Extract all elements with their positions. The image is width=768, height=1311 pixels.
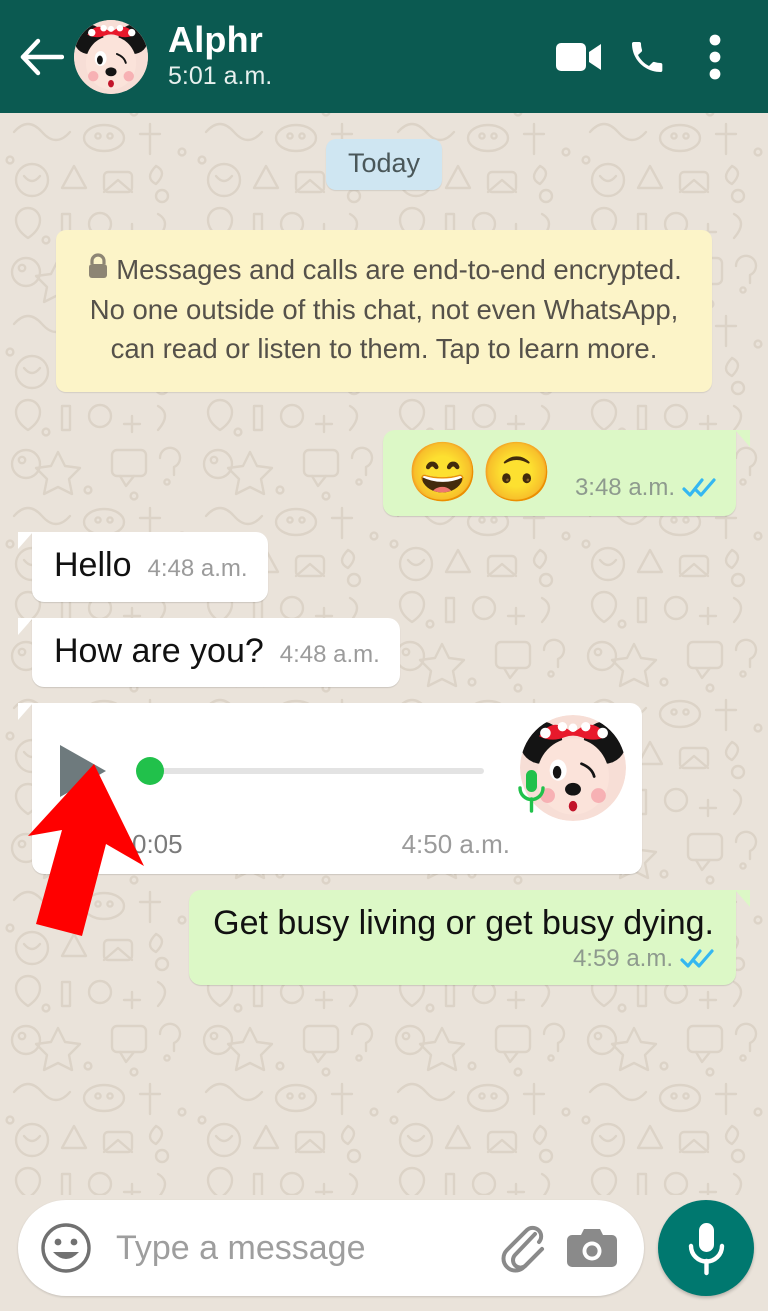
lock-icon [86,251,110,290]
arrow-left-icon [20,38,64,75]
message-bubble-hello[interactable]: Hello 4:48 a.m. [18,532,268,602]
whatsapp-chat-screen: Alphr 5:01 a.m. Today Messages and calls… [0,0,768,1311]
voice-progress-thumb[interactable] [136,757,164,786]
voice-sender-avatar [518,715,626,822]
message-time: 4:59 a.m. [572,945,673,973]
minnie-mouse-avatar-image [74,19,148,94]
message-bubble-quote[interactable]: Get busy living or get busy dying. 4:59 … [189,890,750,986]
voice-call-button[interactable] [616,26,678,88]
header-title-block[interactable]: Alphr 5:01 a.m. [168,18,548,92]
overflow-menu-button[interactable] [684,26,746,88]
voice-record-button[interactable] [658,1200,754,1296]
microphone-icon [516,768,546,819]
play-icon [60,745,106,798]
message-row: Get busy living or get busy dying. 4:59 … [32,890,750,986]
back-button[interactable] [14,29,70,85]
message-row: How are you? 4:48 a.m. [18,617,736,688]
encryption-notice[interactable]: Messages and calls are end-to-end encryp… [56,230,712,393]
message-time: 4:48 a.m. [147,555,248,583]
day-divider: Today [32,139,736,230]
message-list: Today Messages and calls are end-to-end … [0,139,768,1195]
message-emoji: 😄🙃 [406,440,555,506]
message-bubble-voice-note[interactable]: 0:05 4:50 a.m. [18,703,642,875]
message-text: Hello [54,546,132,585]
message-composer: Type a message [0,1195,768,1311]
avatar[interactable] [74,19,148,94]
message-bubble-how-are-you[interactable]: How are you? 4:48 a.m. [18,617,400,688]
message-row: 😄🙃 3:48 a.m. [32,430,750,517]
video-camera-icon [556,42,601,71]
message-time: 3:48 a.m. [574,474,675,502]
message-row: Hello 4:48 a.m. [18,532,736,602]
header-actions [548,26,746,88]
emoji-smiley-icon[interactable] [40,1222,92,1274]
voice-duration: 0:05 [132,829,183,860]
message-input-container[interactable]: Type a message [18,1200,644,1296]
message-meta: 4:48 a.m. [147,555,247,583]
message-bubble-emoji[interactable]: 😄🙃 3:48 a.m. [382,430,750,517]
message-meta: 4:59 a.m. [573,945,714,973]
camera-icon[interactable] [566,1225,618,1271]
read-receipt-double-check-icon [682,477,716,499]
message-meta: 3:48 a.m. [575,474,716,502]
chat-header: Alphr 5:01 a.m. [0,0,768,113]
message-meta: 4:48 a.m. [280,641,380,669]
video-call-button[interactable] [548,26,610,88]
phone-icon [632,41,663,72]
message-text: How are you? [54,631,264,670]
microphone-icon [688,1223,725,1276]
voice-progress-slider[interactable] [136,757,484,786]
voice-progress-track [158,768,484,775]
message-time: 4:48 a.m. [279,640,380,668]
day-badge[interactable]: Today [325,139,443,190]
message-time: 4:50 a.m. [401,829,510,860]
message-input[interactable]: Type a message [116,1229,482,1268]
contact-name: Alphr [168,18,263,60]
read-receipt-double-check-icon [680,948,714,970]
contact-status: 5:01 a.m. [168,61,273,90]
voice-play-button[interactable] [54,742,110,800]
overflow-menu-icon [709,34,721,79]
encryption-notice-text: Messages and calls are end-to-end encryp… [89,254,682,365]
chat-message-area[interactable]: Today Messages and calls are end-to-end … [0,113,768,1195]
paperclip-icon[interactable] [500,1222,548,1274]
message-text: Get busy living or get busy dying. [213,904,714,943]
message-row: 0:05 4:50 a.m. [18,703,736,875]
